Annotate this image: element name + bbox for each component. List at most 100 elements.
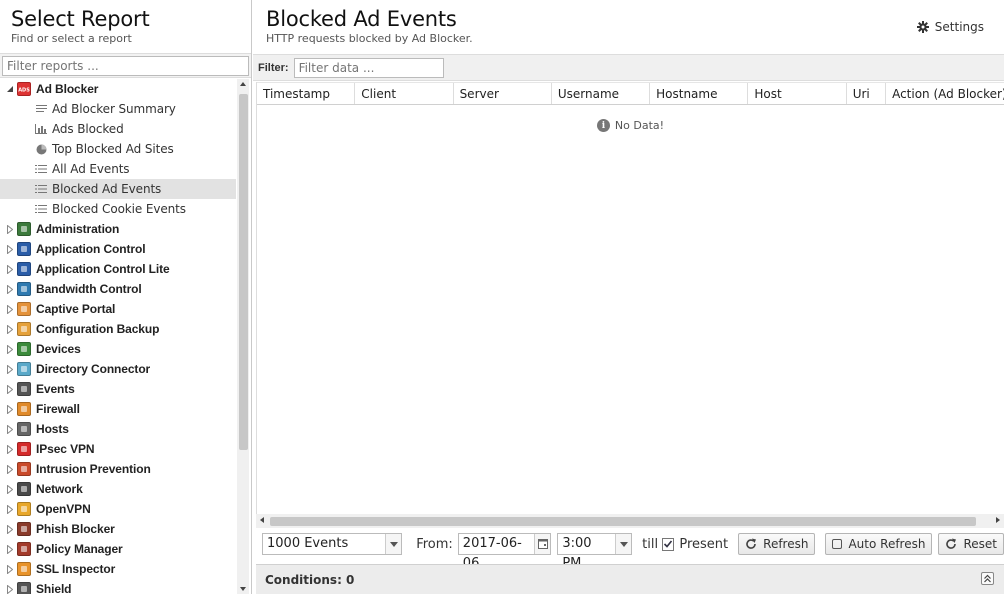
scroll-right-icon[interactable] — [996, 517, 1000, 523]
app-icon — [17, 482, 31, 496]
info-icon: i — [596, 119, 610, 132]
scroll-up-icon[interactable] — [240, 82, 246, 86]
expand-arrow-icon[interactable] — [5, 344, 15, 354]
tree-node-category[interactable]: Bandwidth Control — [0, 279, 236, 299]
expand-arrow-icon[interactable] — [5, 224, 15, 234]
tree-node-label: Policy Manager — [36, 542, 123, 556]
expand-arrow-icon[interactable] — [5, 484, 15, 494]
filter-reports-input[interactable] — [2, 56, 249, 76]
reset-button[interactable]: Reset — [938, 533, 1004, 555]
app-icon — [17, 242, 31, 256]
refresh-button[interactable]: Refresh — [738, 533, 816, 555]
expand-arrow-icon[interactable] — [5, 564, 15, 574]
tree-scrollbar[interactable] — [237, 79, 249, 594]
tree-node-category[interactable]: Devices — [0, 339, 236, 359]
filter-label: Filter: — [258, 61, 289, 74]
collapse-arrow-icon[interactable] — [5, 84, 15, 94]
column-header-client[interactable]: Client — [355, 83, 454, 104]
column-header-hostname[interactable]: Hostname — [650, 83, 749, 104]
scroll-down-icon[interactable] — [240, 587, 246, 591]
scroll-left-icon[interactable] — [260, 517, 264, 523]
report-title: Blocked Ad Events — [266, 7, 457, 31]
events-limit-select[interactable]: 1000 Events — [262, 533, 403, 555]
tree-node-category[interactable]: Configuration Backup — [0, 319, 236, 339]
tree-node-category[interactable]: Hosts — [0, 419, 236, 439]
column-header-uri[interactable]: Uri — [847, 83, 887, 104]
expand-arrow-icon[interactable] — [5, 364, 15, 374]
scroll-thumb[interactable] — [270, 517, 976, 526]
expand-arrow-icon[interactable] — [5, 304, 15, 314]
auto-refresh-button[interactable]: Auto Refresh — [825, 533, 933, 555]
chevron-down-icon[interactable] — [385, 534, 402, 554]
panel-subtitle: Find or select a report — [11, 32, 132, 45]
settings-button[interactable]: Settings — [916, 20, 984, 34]
expand-arrow-icon[interactable] — [5, 524, 15, 534]
expand-arrow-icon[interactable] — [5, 244, 15, 254]
expand-arrow-icon[interactable] — [5, 424, 15, 434]
auto-refresh-label: Auto Refresh — [848, 537, 926, 551]
expand-up-icon[interactable] — [981, 572, 994, 585]
tree-node-category[interactable]: IPsec VPN — [0, 439, 236, 459]
expand-arrow-icon[interactable] — [5, 404, 15, 414]
tree-node-label: Firewall — [36, 402, 80, 416]
column-header-host[interactable]: Host — [748, 83, 847, 104]
expand-arrow-icon[interactable] — [5, 584, 15, 594]
tree-node-category[interactable]: Application Control — [0, 239, 236, 259]
tree-node-ad-blocker[interactable]: ADS Ad Blocker — [0, 79, 236, 99]
conditions-bar[interactable]: Conditions: 0 — [256, 564, 1004, 594]
column-header-username[interactable]: Username — [552, 83, 651, 104]
expand-arrow-icon[interactable] — [5, 444, 15, 454]
column-header-action[interactable]: Action (Ad Blocker) — [886, 83, 1004, 104]
expand-arrow-icon[interactable] — [5, 324, 15, 334]
list-icon — [35, 163, 47, 175]
filter-data-input[interactable] — [293, 57, 444, 78]
app-icon — [17, 402, 31, 416]
tree-node-category[interactable]: Policy Manager — [0, 539, 236, 559]
tree-node-category[interactable]: Intrusion Prevention — [0, 459, 236, 479]
settings-label: Settings — [934, 20, 984, 34]
tree-node-category[interactable]: Phish Blocker — [0, 519, 236, 539]
column-header-server[interactable]: Server — [454, 83, 552, 104]
tree-node-category[interactable]: Events — [0, 379, 236, 399]
ads-icon: ADS — [17, 82, 31, 96]
tree-node-category[interactable]: Network — [0, 479, 236, 499]
list-icon — [35, 183, 47, 195]
tree-node-label: SSL Inspector — [36, 562, 116, 576]
report-label: Blocked Cookie Events — [52, 202, 186, 216]
chevron-down-icon[interactable] — [615, 534, 632, 554]
tree-node-label: Phish Blocker — [36, 522, 115, 536]
tree-node-category[interactable]: Captive Portal — [0, 299, 236, 319]
expand-arrow-icon[interactable] — [5, 464, 15, 474]
report-all-ad-events[interactable]: All Ad Events — [0, 159, 236, 179]
tree-node-label: Hosts — [36, 422, 69, 436]
events-limit-value: 1000 Events — [267, 536, 349, 551]
present-checkbox[interactable] — [662, 537, 675, 551]
report-blocked-cookie-events[interactable]: Blocked Cookie Events — [0, 199, 236, 219]
calendar-icon[interactable] — [534, 534, 551, 554]
expand-arrow-icon[interactable] — [5, 384, 15, 394]
report-blocked-ad-events[interactable]: Blocked Ad Events — [0, 179, 236, 199]
expand-arrow-icon[interactable] — [5, 544, 15, 554]
tree-node-label: Devices — [36, 342, 81, 356]
expand-arrow-icon[interactable] — [5, 504, 15, 514]
conditions-label: Conditions: 0 — [265, 572, 355, 587]
tree-node-category[interactable]: Shield — [0, 579, 236, 594]
scroll-thumb[interactable] — [239, 94, 248, 450]
grid-horizontal-scrollbar[interactable] — [256, 514, 1004, 528]
column-header-timestamp[interactable]: Timestamp — [257, 83, 356, 104]
report-top-blocked-ad-sites[interactable]: Top Blocked Ad Sites — [0, 139, 236, 159]
expand-arrow-icon[interactable] — [5, 264, 15, 274]
report-ad-blocker-summary[interactable]: Ad Blocker Summary — [0, 99, 236, 119]
tree-node-category[interactable]: Directory Connector — [0, 359, 236, 379]
tree-node-category[interactable]: OpenVPN — [0, 499, 236, 519]
report-ads-blocked[interactable]: Ads Blocked — [0, 119, 236, 139]
from-time-select[interactable]: 3:00 PM — [557, 533, 633, 571]
from-date-field[interactable]: 2017-06-06 — [457, 533, 552, 571]
expand-arrow-icon[interactable] — [5, 284, 15, 294]
tree-node-category[interactable]: SSL Inspector — [0, 559, 236, 579]
text-lines-icon — [35, 103, 47, 115]
app-icon — [17, 462, 31, 476]
tree-node-category[interactable]: Application Control Lite — [0, 259, 236, 279]
tree-node-category[interactable]: Administration — [0, 219, 236, 239]
tree-node-category[interactable]: Firewall — [0, 399, 236, 419]
